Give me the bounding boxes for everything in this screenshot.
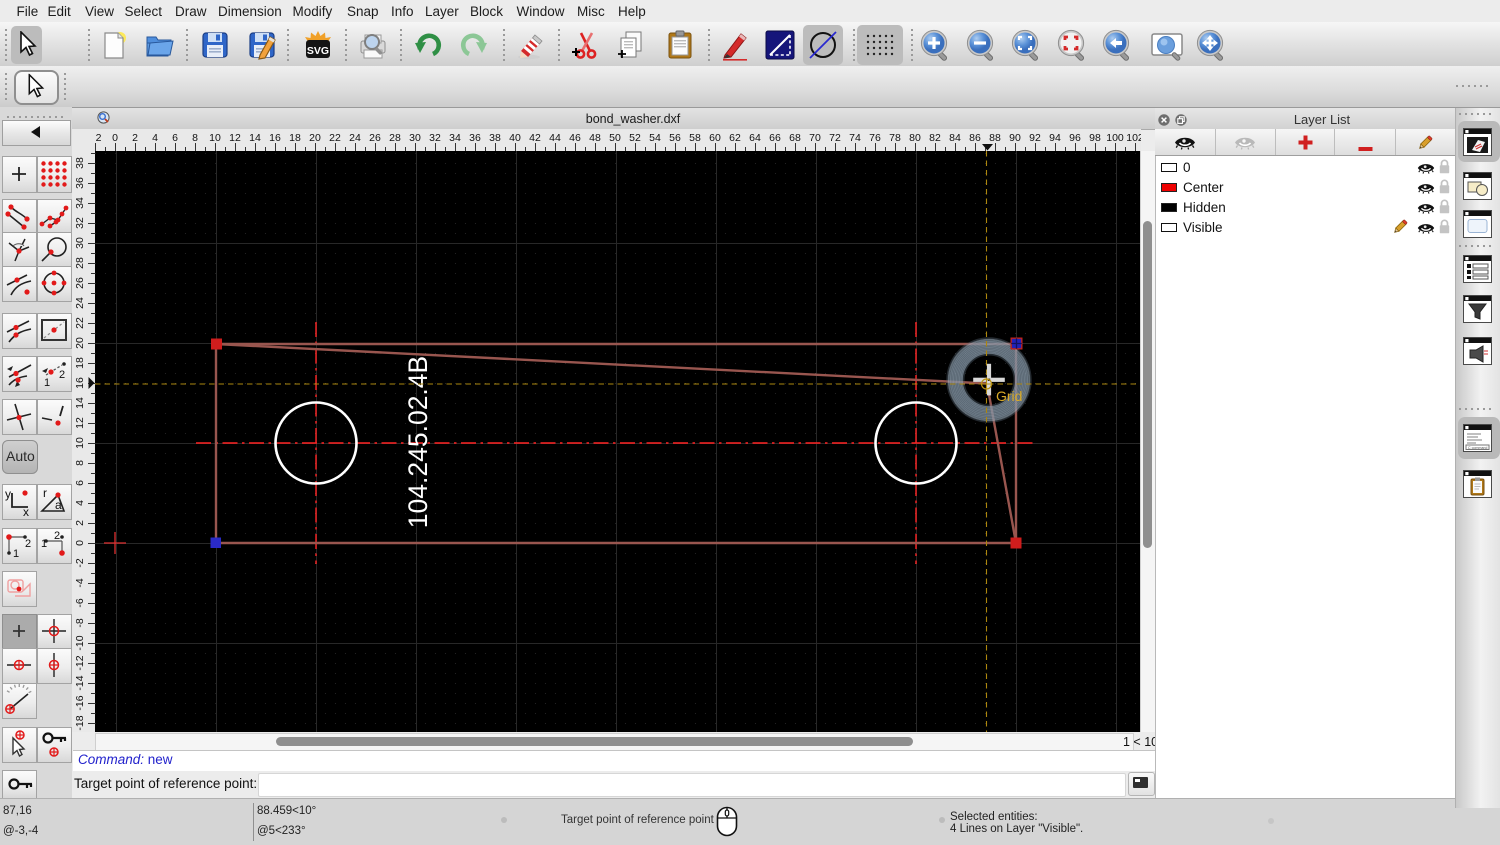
svg-text:4: 4 [74, 500, 86, 506]
svg-text:102: 102 [1126, 132, 1141, 144]
svg-text:46: 46 [569, 132, 581, 144]
svg-text:10: 10 [209, 132, 221, 144]
svg-text:58: 58 [689, 132, 701, 144]
svg-text:18: 18 [289, 132, 301, 144]
svg-text:2: 2 [132, 132, 138, 144]
svg-text:72: 72 [829, 132, 841, 144]
svg-text:-2: -2 [74, 558, 86, 567]
svg-text:100: 100 [1106, 132, 1124, 144]
svg-text:70: 70 [809, 132, 821, 144]
svg-text:8: 8 [74, 460, 86, 466]
svg-text:2: 2 [96, 132, 102, 144]
svg-text:30: 30 [74, 237, 86, 249]
svg-text:34: 34 [449, 132, 461, 144]
svg-text:18: 18 [74, 357, 86, 369]
svg-text:38: 38 [489, 132, 501, 144]
svg-text:32: 32 [429, 132, 441, 144]
svg-text:22: 22 [329, 132, 341, 144]
svg-text:78: 78 [889, 132, 901, 144]
svg-text:38: 38 [74, 157, 86, 169]
svg-text:60: 60 [709, 132, 721, 144]
svg-text:36: 36 [74, 177, 86, 189]
svg-text:a: a [55, 498, 62, 512]
svg-text:68: 68 [789, 132, 801, 144]
svg-text:88: 88 [989, 132, 1001, 144]
svg-text:12: 12 [74, 417, 86, 429]
svg-text:28: 28 [74, 257, 86, 269]
svg-text:r: r [43, 486, 47, 500]
svg-text:12: 12 [229, 132, 241, 144]
svg-text:42: 42 [529, 132, 541, 144]
svg-text:76: 76 [869, 132, 881, 144]
svg-text:2: 2 [25, 538, 31, 550]
svg-text:6: 6 [74, 480, 86, 486]
svg-text:2: 2 [54, 530, 60, 542]
svg-text:1: 1 [44, 377, 50, 389]
svg-text:C command: C command [1468, 446, 1487, 450]
svg-text:94: 94 [1049, 132, 1061, 144]
svg-text:80: 80 [909, 132, 921, 144]
svg-text:16: 16 [269, 132, 281, 144]
svg-text:26: 26 [74, 277, 86, 289]
svg-text:40: 40 [509, 132, 521, 144]
svg-text:90: 90 [1009, 132, 1021, 144]
svg-text:98: 98 [1089, 132, 1101, 144]
svg-text:54: 54 [649, 132, 661, 144]
svg-text:4: 4 [152, 132, 158, 144]
svg-text:-4: -4 [74, 578, 86, 587]
svg-text:84: 84 [949, 132, 961, 144]
svg-text:22: 22 [74, 317, 86, 329]
svg-text:2: 2 [59, 369, 65, 381]
svg-text:x: x [23, 505, 29, 517]
svg-text:86: 86 [969, 132, 981, 144]
svg-text:-18: -18 [74, 715, 86, 730]
svg-text:92: 92 [1029, 132, 1041, 144]
svg-text:44: 44 [549, 132, 561, 144]
svg-text:14: 14 [249, 132, 261, 144]
svg-text:6: 6 [172, 132, 178, 144]
svg-text:48: 48 [589, 132, 601, 144]
svg-text:82: 82 [929, 132, 941, 144]
svg-text:1: 1 [41, 538, 47, 550]
svg-text:14: 14 [74, 397, 86, 409]
svg-text:24: 24 [74, 297, 86, 309]
svg-text:Grid: Grid [996, 388, 1022, 404]
svg-text:74: 74 [849, 132, 861, 144]
svg-text:0: 0 [74, 540, 86, 546]
svg-text:2: 2 [74, 520, 86, 526]
svg-text:64: 64 [749, 132, 761, 144]
svg-text:y: y [5, 487, 11, 501]
svg-text:SVG: SVG [307, 45, 329, 57]
svg-text:-12: -12 [74, 655, 86, 670]
svg-text:1: 1 [13, 548, 19, 560]
svg-text:50: 50 [609, 132, 621, 144]
svg-text:-16: -16 [74, 695, 86, 710]
svg-text:26: 26 [369, 132, 381, 144]
svg-text:16: 16 [74, 377, 86, 389]
svg-text:66: 66 [769, 132, 781, 144]
svg-text:32: 32 [74, 217, 86, 229]
svg-text:96: 96 [1069, 132, 1081, 144]
svg-text:34: 34 [74, 197, 86, 209]
svg-text:36: 36 [469, 132, 481, 144]
svg-text:20: 20 [309, 132, 321, 144]
svg-text:24: 24 [349, 132, 361, 144]
svg-text:20: 20 [74, 337, 86, 349]
svg-text:-10: -10 [74, 635, 86, 650]
svg-text:8: 8 [192, 132, 198, 144]
svg-text:104.245.02.4B: 104.245.02.4B [403, 356, 433, 528]
svg-text:-8: -8 [74, 618, 86, 627]
svg-text:28: 28 [389, 132, 401, 144]
svg-text:-6: -6 [74, 598, 86, 607]
svg-text:62: 62 [729, 132, 741, 144]
svg-text:0: 0 [112, 132, 118, 144]
svg-text:10: 10 [74, 437, 86, 449]
svg-text:56: 56 [669, 132, 681, 144]
svg-text:30: 30 [409, 132, 421, 144]
svg-text:52: 52 [629, 132, 641, 144]
svg-text:-14: -14 [74, 675, 86, 690]
